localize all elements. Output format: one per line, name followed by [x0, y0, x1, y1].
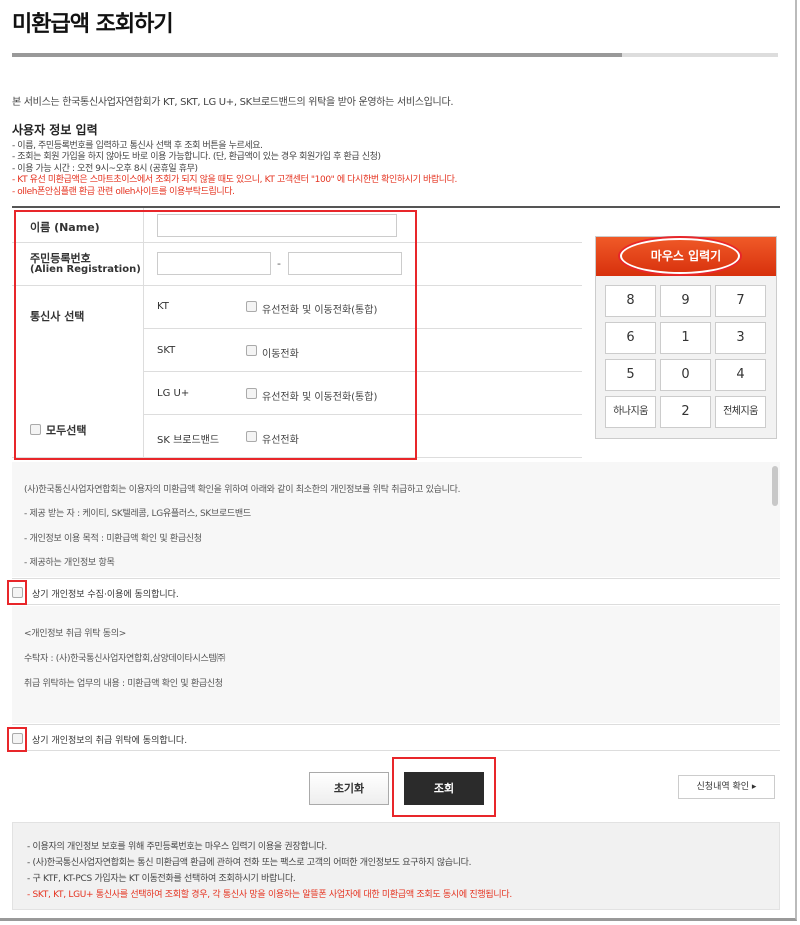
key-button[interactable]: 5 — [605, 359, 656, 391]
key-button[interactable]: 9 — [660, 285, 711, 317]
consent-row-1: 상기 개인정보 수집·이용에 동의합니다. — [12, 578, 780, 605]
highlight-consent-1 — [7, 580, 27, 605]
key-button[interactable]: 2 — [660, 396, 711, 428]
note-line: - 조회는 회원 가입을 하지 않아도 바로 이용 가능합니다. (단, 환급액… — [12, 152, 381, 163]
notice-line: - (사)한국통신사업자연합회는 통신 미환급액 환급에 관하여 전화 또는 팩… — [27, 858, 472, 868]
terms-line: 취급 위탁하는 업무의 내용 : 미환급액 확인 및 환급신청 — [24, 679, 223, 689]
note-line: - 이름, 주민등록번호를 입력하고 통신사 선택 후 조회 버튼을 누르세요. — [12, 141, 263, 151]
intro-text: 본 서비스는 한국통신사업자연합회가 KT, SKT, LG U+, SK브로드… — [12, 97, 454, 108]
note-line-warning: - olleh폰안심플랜 환급 관련 olleh사이트를 이용부탁드립니다. — [12, 186, 235, 197]
notice-box: - 이용자의 개인정보 보호를 위해 주민등록번호는 마우스 입력기 이용을 권… — [12, 822, 780, 910]
key-button[interactable]: 1 — [660, 322, 711, 354]
note-line: - 이용 가능 시간 : 오전 9시~오후 8시 (공휴일 휴무) — [12, 163, 198, 174]
notice-line: - 구 KTF, KT-PCS 가입자는 KT 이동전화를 선택하여 조회하시기… — [27, 874, 296, 884]
history-button[interactable]: 신청내역 확인 ▸ — [678, 775, 775, 799]
terms-line: - 개인정보 이용 목적 : 미환급액 확인 및 환급신청 — [24, 534, 202, 544]
clear-all-key[interactable]: 전체지움 — [715, 396, 766, 428]
key-button[interactable]: 3 — [715, 322, 766, 354]
notice-line-warning: - SKT, KT, LGU+ 통신사를 선택하여 조회할 경우, 각 통신사 … — [27, 890, 512, 900]
key-button[interactable]: 8 — [605, 285, 656, 317]
terms-line: - 제공 받는 자 : 케이티, SK텔레콤, LG유플러스, SK브로드밴드 — [24, 509, 251, 519]
scrollbar-thumb[interactable] — [772, 466, 778, 506]
key-button[interactable]: 7 — [715, 285, 766, 317]
terms-line: - 제공하는 개인정보 항목 — [24, 558, 115, 568]
consent-row-2: 상기 개인정보의 취급 위탁에 동의합니다. — [12, 724, 780, 751]
page-title: 미환급액 조회하기 — [12, 12, 174, 37]
title-underline — [12, 53, 778, 57]
highlight-search-button — [392, 757, 496, 817]
entrust-terms-box: <개인정보 취급 위탁 동의> 수탁자 : (사)한국통신사업자연합회,삼양데이… — [12, 606, 780, 723]
backspace-key[interactable]: 하나지움 — [605, 396, 656, 428]
consent-collect-label: 상기 개인정보 수집·이용에 동의합니다. — [32, 590, 179, 600]
note-line-warning: - KT 유선 미환급액은 스마트초이스에서 조회가 되지 않을 때도 있으니,… — [12, 175, 458, 186]
usage-notes: - 이름, 주민등록번호를 입력하고 통신사 선택 후 조회 버튼을 누르세요.… — [12, 141, 457, 198]
form-top-rule — [12, 206, 780, 208]
section-heading: 사용자 정보 입력 — [12, 123, 98, 137]
keypad-title: 마우스 입력기 — [650, 249, 722, 263]
key-button[interactable]: 4 — [715, 359, 766, 391]
terms-line: 수탁자 : (사)한국통신사업자연합회,삼양데이타시스템㈜ — [24, 654, 226, 664]
key-button[interactable]: 0 — [660, 359, 711, 391]
terms-line: (사)한국통신사업자연합회는 이용자의 미환급액 확인을 위하여 아래와 같이 … — [24, 485, 461, 495]
notice-line: - 이용자의 개인정보 보호를 위해 주민등록번호는 마우스 입력기 이용을 권… — [27, 842, 327, 852]
highlight-consent-2 — [7, 727, 27, 752]
mouse-keypad: 마우스 입력기 8 9 7 6 1 3 5 0 4 하나지움 2 전체지움 — [595, 236, 777, 439]
consent-entrust-label: 상기 개인정보의 취급 위탁에 동의합니다. — [32, 736, 188, 746]
privacy-terms-box[interactable]: (사)한국통신사업자연합회는 이용자의 미환급액 확인을 위하여 아래와 같이 … — [12, 462, 780, 577]
key-button[interactable]: 6 — [605, 322, 656, 354]
reset-button[interactable]: 초기화 — [309, 772, 389, 805]
highlight-form-box — [14, 210, 417, 460]
terms-line: <개인정보 취급 위탁 동의> — [24, 629, 126, 639]
